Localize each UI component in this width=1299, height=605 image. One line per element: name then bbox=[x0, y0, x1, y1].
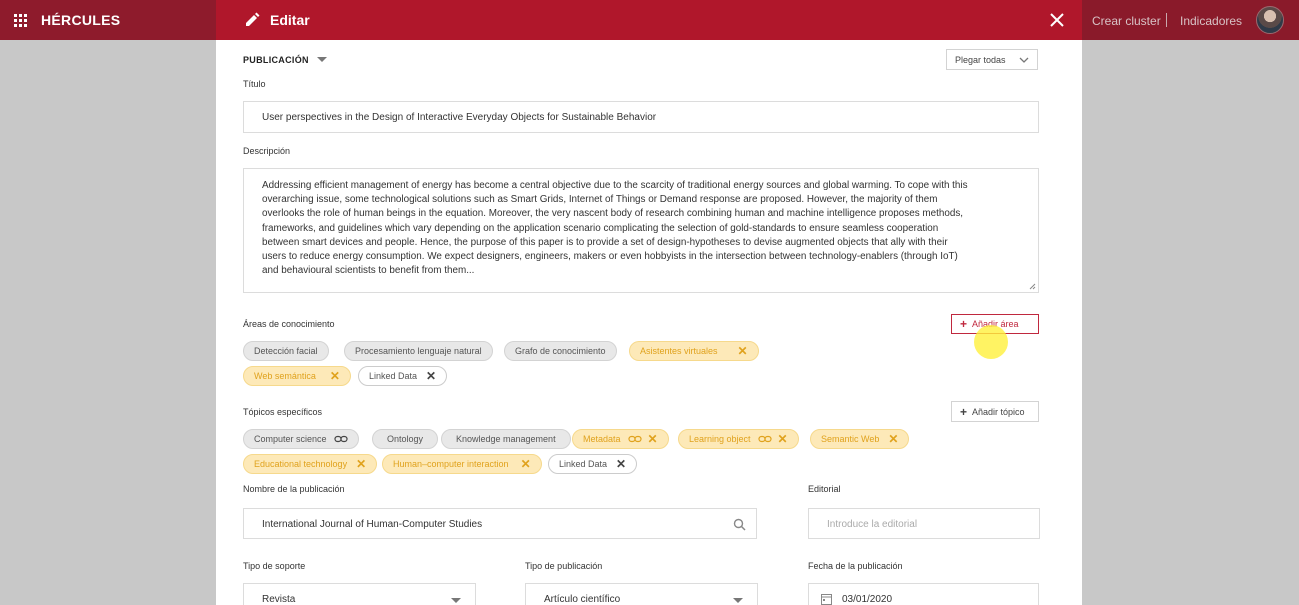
link-icon[interactable] bbox=[333, 435, 348, 443]
topic-chip[interactable]: Knowledge management bbox=[441, 429, 571, 449]
calendar-icon[interactable] bbox=[821, 593, 832, 605]
pencil-icon bbox=[246, 12, 260, 26]
close-icon[interactable] bbox=[1048, 11, 1066, 29]
editorial-input[interactable]: Introduce la editorial bbox=[808, 508, 1040, 539]
topic-chip[interactable]: Educational technology ✕ bbox=[243, 454, 378, 474]
title-value: User perspectives in the Design of Inter… bbox=[262, 112, 657, 123]
area-chip[interactable]: Asistentes virtuales ✕ bbox=[629, 341, 759, 361]
support-value: Revista bbox=[262, 594, 296, 605]
add-topic-label: Añadir tópico bbox=[972, 406, 1025, 417]
area-chip[interactable]: Detección facial bbox=[243, 341, 329, 361]
topic-chip[interactable]: Human–computer interaction ✕ bbox=[382, 454, 542, 474]
chip-label: Ontology bbox=[387, 434, 424, 444]
chip-label: Semantic Web bbox=[821, 434, 880, 444]
pub-type-label: Tipo de publicación bbox=[525, 561, 603, 571]
area-chip[interactable]: Grafo de conocimiento bbox=[504, 341, 617, 361]
chevron-down-icon bbox=[733, 598, 743, 603]
chevron-down-icon[interactable] bbox=[317, 57, 327, 62]
area-chip[interactable]: Linked Data ✕ bbox=[358, 366, 448, 386]
support-select[interactable]: Revista bbox=[243, 583, 476, 605]
areas-label: Áreas de conocimiento bbox=[243, 319, 335, 329]
chip-label: Metadata bbox=[583, 434, 621, 444]
date-label: Fecha de la publicación bbox=[808, 561, 903, 571]
close-icon[interactable]: ✕ bbox=[778, 433, 788, 445]
description-line: frameworks, and guidelines which vary de… bbox=[262, 222, 939, 234]
editorial-label: Editorial bbox=[808, 484, 841, 494]
chip-label: Grafo de conocimiento bbox=[515, 346, 606, 356]
chip-label: Linked Data bbox=[559, 459, 608, 469]
plus-icon: + bbox=[960, 404, 968, 419]
pub-name-label: Nombre de la publicación bbox=[243, 484, 345, 494]
topic-chip[interactable]: Computer science bbox=[243, 429, 359, 449]
description-line: Addressing efficient management of energ… bbox=[262, 180, 968, 191]
description-line: and behavioural scientists to benefit fr… bbox=[262, 265, 475, 277]
description-textarea[interactable]: Addressing efficient management of energ… bbox=[243, 168, 1039, 293]
topic-chip[interactable]: Ontology bbox=[372, 429, 439, 449]
close-icon[interactable]: ✕ bbox=[888, 433, 898, 445]
indicadores-link[interactable]: Indicadores bbox=[1180, 14, 1242, 28]
crear-cluster-link[interactable]: Crear cluster bbox=[1092, 14, 1161, 28]
title-label: Título bbox=[243, 79, 266, 89]
topic-chip[interactable]: Semantic Web ✕ bbox=[810, 429, 910, 449]
resize-handle-icon[interactable] bbox=[1029, 283, 1036, 290]
search-icon[interactable] bbox=[733, 518, 746, 531]
link-icon[interactable] bbox=[757, 435, 772, 443]
collapse-all-label: Plegar todas bbox=[955, 54, 1006, 65]
close-icon[interactable]: ✕ bbox=[330, 370, 340, 382]
description-line: overarching issue, some technological so… bbox=[262, 194, 938, 206]
apps-grid-icon[interactable] bbox=[14, 13, 27, 27]
close-icon[interactable]: ✕ bbox=[648, 433, 658, 445]
close-icon[interactable]: ✕ bbox=[521, 458, 531, 470]
chip-label: Learning object bbox=[689, 434, 751, 444]
divider bbox=[1166, 13, 1167, 27]
add-topic-button[interactable]: + Añadir tópico bbox=[951, 401, 1039, 422]
description-label: Descripción bbox=[243, 146, 291, 156]
chip-label: Educational technology bbox=[254, 459, 348, 469]
chip-label: Human–computer interaction bbox=[393, 459, 509, 469]
avatar[interactable] bbox=[1256, 6, 1284, 34]
title-input[interactable]: User perspectives in the Design of Inter… bbox=[243, 101, 1039, 133]
chip-label: Knowledge management bbox=[456, 434, 556, 444]
edit-header: Editar bbox=[216, 0, 1082, 40]
chip-label: Asistentes virtuales bbox=[640, 346, 718, 356]
description-line: between smart devices and people. Hence,… bbox=[262, 236, 948, 248]
description-line: overlooks the role of human beings in th… bbox=[262, 208, 963, 220]
close-icon[interactable]: ✕ bbox=[616, 458, 626, 470]
chip-label: Linked Data bbox=[369, 371, 418, 381]
topic-chip[interactable]: Metadata ✕ bbox=[572, 429, 669, 449]
topic-chip[interactable]: Linked Data ✕ bbox=[548, 454, 638, 474]
close-icon[interactable]: ✕ bbox=[426, 370, 436, 382]
pub-type-select[interactable]: Artículo científico bbox=[525, 583, 758, 605]
close-icon[interactable]: ✕ bbox=[738, 345, 748, 357]
topics-label: Tópicos específicos bbox=[243, 407, 323, 417]
link-icon[interactable] bbox=[627, 435, 642, 443]
date-input[interactable]: 03/01/2020 bbox=[808, 583, 1039, 605]
chevron-down-icon bbox=[451, 598, 461, 603]
edit-panel: PUBLICACIÓN Plegar todas Título User per… bbox=[216, 40, 1082, 605]
topic-chip[interactable]: Learning object ✕ bbox=[678, 429, 799, 449]
collapse-all-button[interactable]: Plegar todas bbox=[946, 49, 1038, 70]
chip-label: Detección facial bbox=[254, 346, 318, 356]
chip-label: Web semántica bbox=[254, 371, 316, 381]
pub-type-value: Artículo científico bbox=[544, 594, 621, 605]
cursor-highlight bbox=[974, 325, 1008, 359]
chip-label: Procesamiento lenguaje natural bbox=[355, 346, 482, 356]
plus-icon: + bbox=[960, 317, 968, 331]
chip-label: Computer science bbox=[254, 434, 327, 444]
section-title[interactable]: PUBLICACIÓN bbox=[243, 55, 309, 65]
chevron-down-icon bbox=[1019, 57, 1029, 63]
support-label: Tipo de soporte bbox=[243, 561, 306, 571]
editorial-placeholder: Introduce la editorial bbox=[827, 519, 918, 530]
app-brand-area: HÉRCULES bbox=[0, 0, 216, 40]
date-value: 03/01/2020 bbox=[842, 594, 893, 605]
area-chip[interactable]: Procesamiento lenguaje natural bbox=[344, 341, 493, 361]
pub-name-input[interactable]: International Journal of Human-Computer … bbox=[243, 508, 757, 539]
description-line: users to reduce energy consumption. We e… bbox=[262, 251, 958, 263]
app-brand[interactable]: HÉRCULES bbox=[41, 12, 120, 28]
edit-title: Editar bbox=[270, 12, 310, 28]
close-icon[interactable]: ✕ bbox=[356, 458, 366, 470]
top-bar: HÉRCULES Editar Crear cluster Indicadore… bbox=[0, 0, 1299, 40]
pub-name-value: International Journal of Human-Computer … bbox=[262, 519, 483, 530]
area-chip[interactable]: Web semántica ✕ bbox=[243, 366, 351, 386]
